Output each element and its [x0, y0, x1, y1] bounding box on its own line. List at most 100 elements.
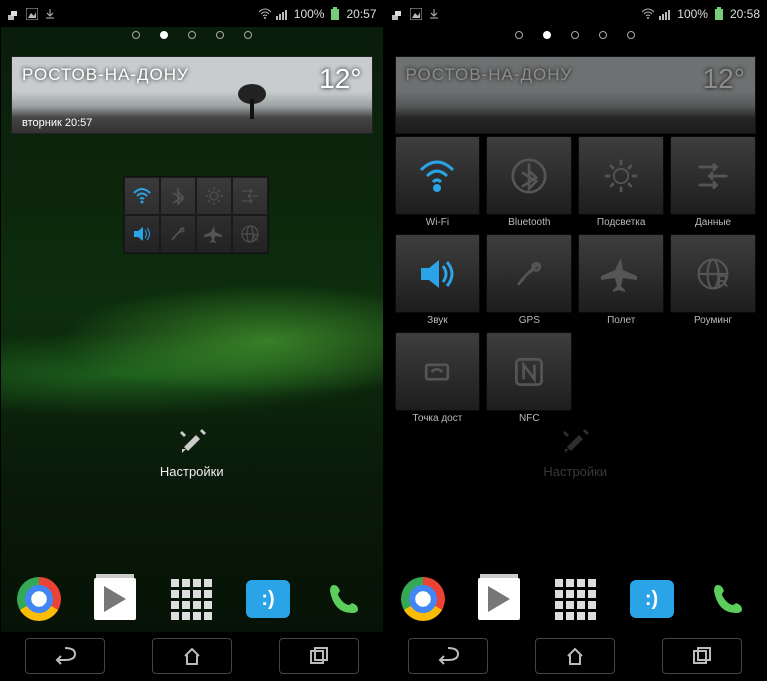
data-toggle[interactable]: [232, 177, 268, 215]
play-store-app[interactable]: [90, 574, 140, 624]
tile-hotspot[interactable]: Точка дост: [395, 332, 481, 424]
weather-widget[interactable]: РОСТОВ-НА-ДОНУ 12° вторник 20:57: [11, 56, 373, 134]
quick-toggle-mini-widget[interactable]: R: [123, 176, 269, 254]
page-dot[interactable]: [188, 31, 196, 39]
airplane-toggle[interactable]: [196, 215, 232, 253]
tile-roaming[interactable]: R Роуминг: [670, 234, 756, 326]
tile-label: Звук: [427, 315, 448, 326]
apps-grid-icon: [171, 579, 212, 620]
tree-icon: [232, 84, 272, 119]
battery-pct: 100%: [294, 7, 325, 21]
play-icon: [94, 578, 136, 620]
roaming-icon: R: [695, 256, 731, 292]
tile-wifi[interactable]: Wi-Fi: [395, 136, 481, 228]
phone-left-home: 100% 20:57 РОСТОВ-НА-ДОНУ 12° вторник 20…: [0, 0, 384, 681]
tile-sound[interactable]: Звук: [395, 234, 481, 326]
download-icon: [43, 7, 57, 21]
tile-bluetooth[interactable]: Bluetooth: [486, 136, 572, 228]
phone-icon: [708, 579, 748, 619]
weather-temp: 12°: [319, 63, 361, 95]
svg-text:R: R: [717, 272, 729, 290]
sms-icon: :): [630, 580, 674, 618]
back-button[interactable]: [408, 638, 488, 674]
chrome-icon: [401, 577, 445, 621]
play-icon: [478, 578, 520, 620]
home-button[interactable]: [535, 638, 615, 674]
settings-shortcut[interactable]: Настройки: [1, 421, 383, 479]
status-bar: 100% 20:57: [1, 1, 383, 27]
signal-icon: [276, 7, 290, 21]
phone-right-quicksettings: 100% 20:58 РОСТОВ-НА-ДОНУ 12° Wi-Fi Blue…: [384, 0, 767, 681]
back-button[interactable]: [25, 638, 105, 674]
signal-icon: [659, 7, 673, 21]
tile-nfc[interactable]: NFC: [486, 332, 572, 424]
tile-label: Подсветка: [597, 217, 646, 228]
tile-brightness[interactable]: Подсветка: [578, 136, 664, 228]
page-dot[interactable]: [216, 31, 224, 39]
clock: 20:58: [730, 7, 760, 21]
svg-text:R: R: [253, 234, 259, 243]
chrome-app[interactable]: [14, 574, 64, 624]
tile-label: Bluetooth: [508, 217, 550, 228]
quick-settings-panel: Wi-Fi Bluetooth Подсветка Данные Звук GP…: [395, 136, 757, 424]
recent-button[interactable]: [279, 638, 359, 674]
weather-dayline: вторник 20:57: [22, 117, 92, 129]
weather-city: РОСТОВ-НА-ДОНУ: [22, 65, 189, 85]
all-apps[interactable]: [550, 574, 600, 624]
messaging-app[interactable]: :): [243, 574, 293, 624]
tile-label: Роуминг: [694, 315, 732, 326]
brightness-toggle[interactable]: [196, 177, 232, 215]
settings-shortcut-dim: Настройки: [385, 421, 767, 479]
page-dot[interactable]: [627, 31, 635, 39]
page-dot[interactable]: [599, 31, 607, 39]
bluetooth-icon: [511, 158, 547, 194]
play-store-app[interactable]: [474, 574, 524, 624]
bluetooth-toggle[interactable]: [160, 177, 196, 215]
home-button[interactable]: [152, 638, 232, 674]
page-dot[interactable]: [132, 31, 140, 39]
page-dot[interactable]: [515, 31, 523, 39]
page-indicator: [1, 31, 383, 39]
download-icon: [427, 7, 441, 21]
notif-icon: [391, 7, 405, 21]
tile-label: GPS: [519, 315, 540, 326]
tile-data[interactable]: Данные: [670, 136, 756, 228]
phone-icon: [324, 579, 364, 619]
image-icon: [25, 7, 39, 21]
hotspot-icon: [419, 354, 455, 390]
weather-widget-dim: РОСТОВ-НА-ДОНУ 12°: [395, 56, 757, 134]
sound-toggle[interactable]: [124, 215, 160, 253]
chrome-icon: [17, 577, 61, 621]
page-dot[interactable]: [571, 31, 579, 39]
notif-icon: [7, 7, 21, 21]
phone-app[interactable]: [319, 574, 369, 624]
tile-label: Полет: [607, 315, 635, 326]
tile-label: Данные: [695, 217, 731, 228]
all-apps[interactable]: [167, 574, 217, 624]
weather-city: РОСТОВ-НА-ДОНУ: [406, 65, 573, 85]
gps-toggle[interactable]: [160, 215, 196, 253]
phone-app[interactable]: [703, 574, 753, 624]
page-dot[interactable]: [160, 31, 168, 39]
battery-pct: 100%: [677, 7, 708, 21]
airplane-icon: [601, 254, 641, 294]
wifi-icon: [641, 7, 655, 21]
page-indicator: [385, 31, 767, 39]
nav-bar: [1, 632, 383, 680]
tile-airplane[interactable]: Полет: [578, 234, 664, 326]
chrome-app[interactable]: [398, 574, 448, 624]
roaming-toggle[interactable]: R: [232, 215, 268, 253]
weather-temp: 12°: [703, 63, 745, 95]
wifi-icon: [258, 7, 272, 21]
battery-icon: [328, 7, 342, 21]
wifi-toggle[interactable]: [124, 177, 160, 215]
page-dot[interactable]: [543, 31, 551, 39]
recent-button[interactable]: [662, 638, 742, 674]
messaging-app[interactable]: :): [627, 574, 677, 624]
tile-gps[interactable]: GPS: [486, 234, 572, 326]
image-icon: [409, 7, 423, 21]
sound-icon: [417, 254, 457, 294]
nav-bar: [385, 632, 767, 680]
sms-icon: :): [246, 580, 290, 618]
page-dot[interactable]: [244, 31, 252, 39]
